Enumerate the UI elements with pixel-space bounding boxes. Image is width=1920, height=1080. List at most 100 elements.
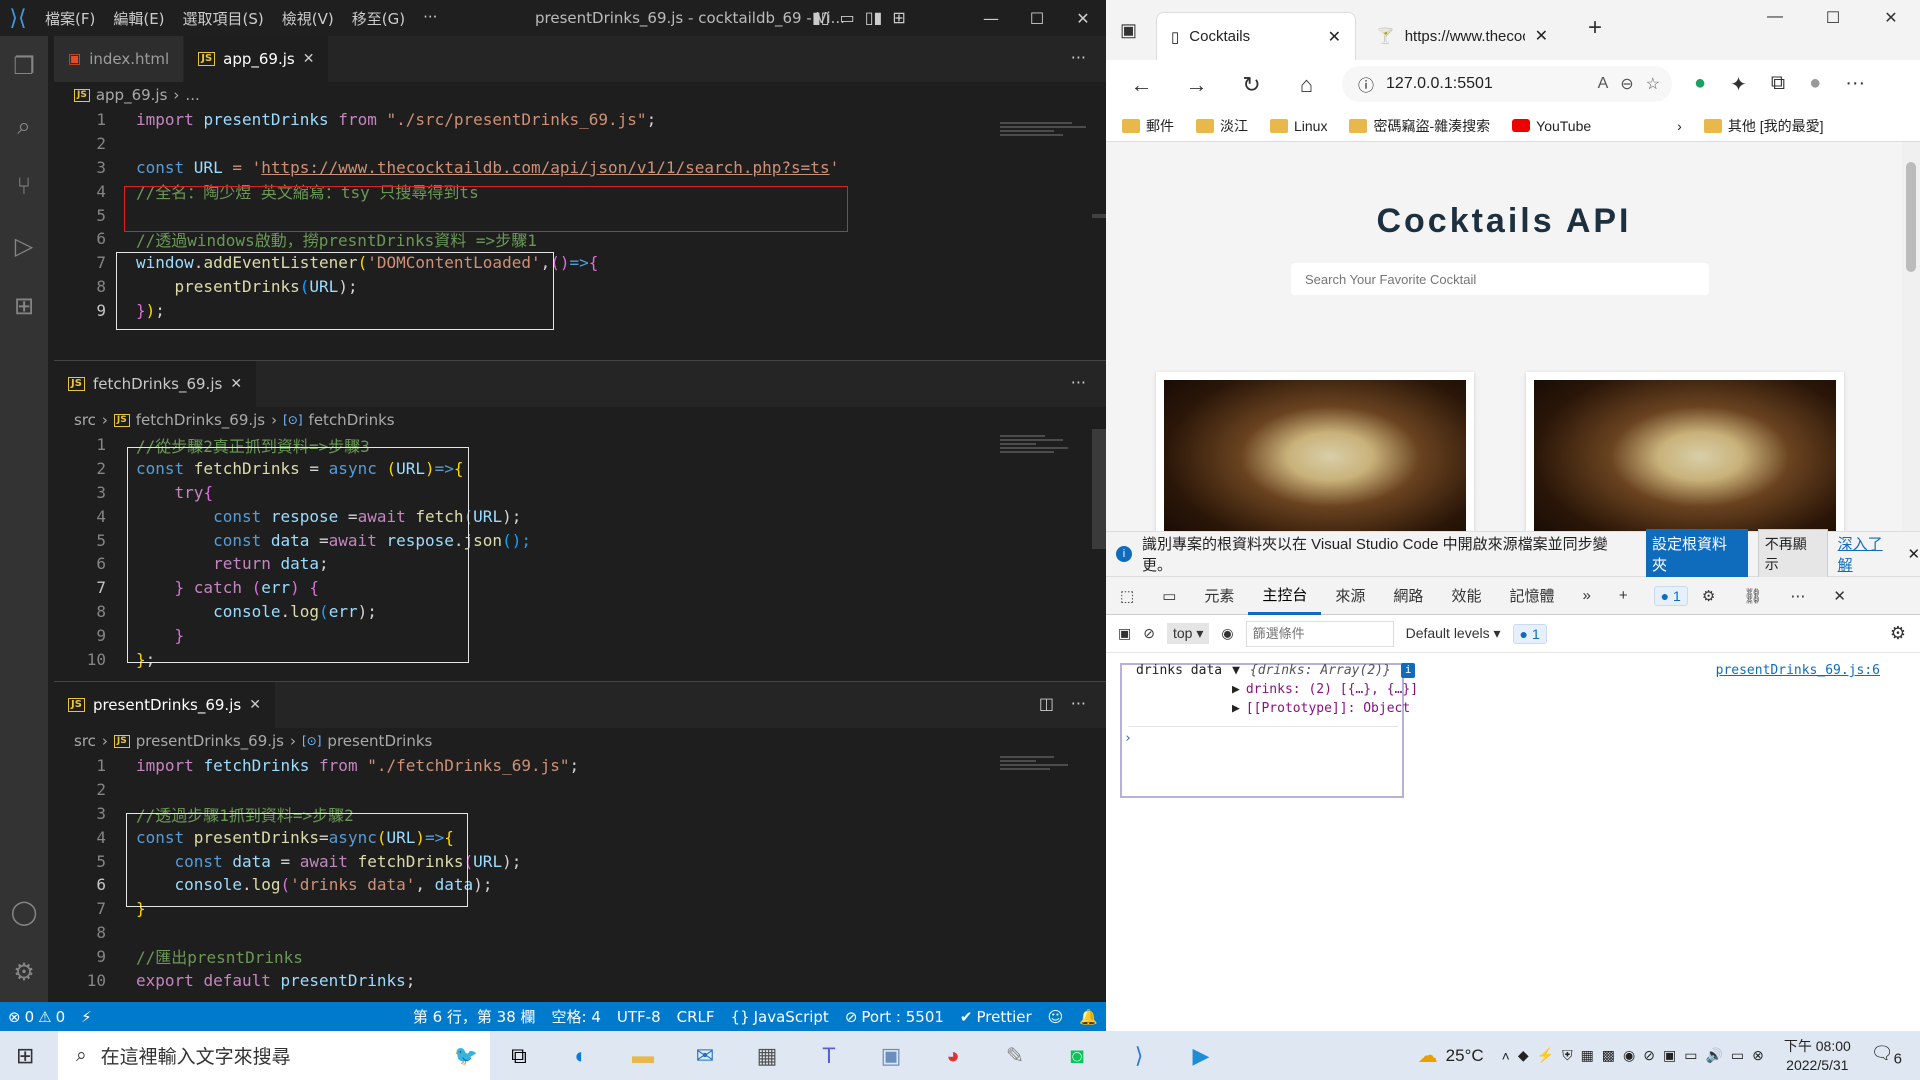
favorite-item[interactable]: 密碼竊盜-雜湊搜索	[1349, 116, 1490, 136]
maximize-icon[interactable]: ☐	[1804, 8, 1862, 28]
tray-app-icon[interactable]: ▩	[1602, 1047, 1615, 1064]
console-filter-input[interactable]	[1245, 620, 1394, 647]
live-expression-eye-icon[interactable]: ◉	[1221, 625, 1233, 642]
chevron-right-icon[interactable]: ›	[1677, 118, 1682, 134]
console-tree-item[interactable]: ▶ [[Prototype]]: Object	[1232, 701, 1410, 716]
live-share-icon[interactable]: ⚡	[73, 1008, 100, 1026]
collapse-triangle-icon[interactable]: ▶	[1232, 701, 1240, 716]
inspect-element-icon[interactable]: ⬚	[1106, 577, 1148, 615]
toggle-panel-icon[interactable]: ▭	[840, 8, 855, 27]
tab-presentdrinks-js[interactable]: JS presentDrinks_69.js ✕	[54, 682, 276, 728]
cursor-position[interactable]: 第 6 行，第 38 欄	[405, 1006, 544, 1027]
line-app-icon[interactable]: ◙	[1060, 1039, 1094, 1073]
extensions-icon[interactable]: ⊞	[0, 276, 48, 336]
minimize-icon[interactable]: —	[968, 0, 1014, 36]
toggle-sidebar-icon[interactable]: ▮▯	[812, 8, 830, 27]
more-actions-icon[interactable]: ···	[1071, 694, 1086, 713]
minimap[interactable]	[1000, 120, 1090, 180]
tab-index-html[interactable]: ▣ index.html	[54, 36, 185, 82]
profile-avatar-icon[interactable]: ●	[1809, 72, 1821, 97]
tray-app-icon[interactable]: ⚡	[1537, 1047, 1554, 1064]
feedback-icon[interactable]: ☺	[1040, 1008, 1072, 1026]
breadcrumb-folder[interactable]: src	[74, 411, 96, 429]
tab-app-js[interactable]: JS app_69.js ✕	[184, 36, 330, 82]
vscode-taskbar-icon[interactable]: ⟩	[1122, 1039, 1156, 1073]
cocktail-search-input[interactable]	[1291, 263, 1709, 295]
settings-gear-icon[interactable]: ⚙	[0, 942, 48, 1002]
prettier-status[interactable]: ✔ Prettier	[952, 1008, 1040, 1026]
task-view-icon[interactable]: ⧉	[502, 1039, 536, 1073]
tab-network[interactable]: 網路	[1379, 577, 1437, 615]
breadcrumb-symbol[interactable]: fetchDrinks	[309, 411, 395, 429]
code-url-link[interactable]: https://www.thecocktaildb.com/api/json/v…	[261, 158, 829, 177]
close-tab-icon[interactable]: ✕	[1535, 26, 1548, 46]
clock[interactable]: 下午 08:00 2022/5/31	[1772, 1037, 1863, 1075]
code-editor[interactable]: 1//從步驟2真正抓到資料=>步驟3 2 const fetchDrinks = …	[54, 433, 1106, 671]
scrollbar[interactable]	[1092, 429, 1106, 549]
tab-actions-icon[interactable]: ▣	[1120, 20, 1137, 41]
collapse-triangle-icon[interactable]: ▶	[1232, 682, 1240, 697]
battery-icon[interactable]: ▭	[1684, 1047, 1697, 1064]
extensions-puzzle-icon[interactable]: ✦	[1730, 72, 1747, 97]
console-prompt-icon[interactable]: ›	[1124, 731, 1132, 746]
explorer-icon[interactable]: ❐	[0, 36, 48, 96]
indentation[interactable]: 空格: 4	[544, 1006, 609, 1027]
clear-console-icon[interactable]: ⊘	[1143, 625, 1155, 642]
language-mode[interactable]: {} JavaScript	[723, 1008, 837, 1026]
close-icon[interactable]: ✕	[1907, 545, 1920, 563]
tab-performance[interactable]: 效能	[1437, 577, 1495, 615]
minimap[interactable]	[1000, 754, 1090, 814]
tray-app-icon[interactable]: ⊘	[1643, 1047, 1655, 1064]
source-link[interactable]: presentDrinks_69.js:6	[1716, 663, 1880, 678]
more-actions-icon[interactable]: ···	[1071, 48, 1086, 67]
edge-icon[interactable]: ◐	[564, 1039, 598, 1073]
tray-app-icon[interactable]: ◉	[1623, 1047, 1635, 1064]
run-debug-icon[interactable]: ▷	[0, 216, 48, 276]
breadcrumb-symbol[interactable]: ...	[185, 86, 199, 104]
notification-center-icon[interactable]: 🗨6	[1871, 1043, 1902, 1068]
minimize-icon[interactable]: —	[1746, 8, 1804, 28]
more-tabs-icon[interactable]: »	[1568, 577, 1604, 615]
tray-app-icon[interactable]: ▦	[1581, 1047, 1594, 1064]
menu-selection[interactable]: 選取項目(S)	[174, 8, 273, 29]
refresh-icon[interactable]: ↻	[1224, 72, 1279, 98]
browser-tab-cocktails[interactable]: ▯ Cocktails ✕	[1156, 12, 1356, 60]
menu-edit[interactable]: 編輯(E)	[104, 8, 173, 29]
notifications-bell-icon[interactable]: 🔔	[1071, 1008, 1106, 1026]
chevron-up-icon[interactable]: ˄	[1502, 1048, 1510, 1064]
mail-icon[interactable]: ✉	[688, 1039, 722, 1073]
issues-badge[interactable]: ● 1	[1653, 585, 1688, 606]
page-scrollbar[interactable]	[1902, 142, 1920, 531]
breadcrumb-folder[interactable]: src	[74, 732, 96, 750]
home-icon[interactable]: ⌂	[1279, 72, 1334, 98]
tray-app-icon[interactable]: ▣	[1663, 1047, 1676, 1064]
cocktail-card[interactable]	[1526, 372, 1844, 531]
minimap[interactable]	[1000, 433, 1090, 493]
favorite-item[interactable]: 郵件	[1122, 116, 1174, 136]
weather-icon[interactable]: ☁	[1418, 1043, 1438, 1068]
calculator-icon[interactable]: ▦	[750, 1039, 784, 1073]
maximize-icon[interactable]: ☐	[1014, 0, 1060, 36]
other-favorites[interactable]: 其他 [我的最愛]	[1703, 116, 1824, 136]
breadcrumb-symbol[interactable]: presentDrinks	[327, 732, 432, 750]
log-levels-dropdown[interactable]: Default levels ▾	[1406, 625, 1501, 642]
account-icon[interactable]: ◯	[0, 882, 48, 942]
device-emulation-icon[interactable]: ▭	[1148, 577, 1190, 615]
favorite-star-icon[interactable]: ☆	[1646, 74, 1660, 94]
customize-layout-icon[interactable]: ⊞	[892, 8, 905, 27]
toggle-secondary-sidebar-icon[interactable]: ▯▮	[865, 8, 883, 27]
message-count-badge[interactable]: ● 1	[1512, 623, 1547, 644]
tab-memory[interactable]: 記憶體	[1495, 577, 1568, 615]
console-settings-icon[interactable]: ⚙	[1890, 623, 1906, 644]
close-tab-icon[interactable]: ✕	[1328, 27, 1341, 47]
photos-icon[interactable]: ▣	[874, 1039, 908, 1073]
back-icon[interactable]: ←	[1114, 72, 1169, 98]
close-tab-icon[interactable]: ✕	[249, 697, 261, 713]
settings-more-icon[interactable]: ···	[1845, 72, 1865, 97]
scrollbar-thumb[interactable]	[1906, 162, 1916, 272]
set-root-folder-button[interactable]: 設定根資料夾	[1646, 529, 1748, 579]
collections-icon[interactable]: ⧉	[1771, 72, 1785, 97]
tab-elements[interactable]: 元素	[1190, 577, 1248, 615]
address-bar[interactable]: ⓘ 127.0.0.1:5501 A ⊖ ☆	[1342, 66, 1672, 102]
read-aloud-icon[interactable]: A	[1598, 75, 1609, 93]
